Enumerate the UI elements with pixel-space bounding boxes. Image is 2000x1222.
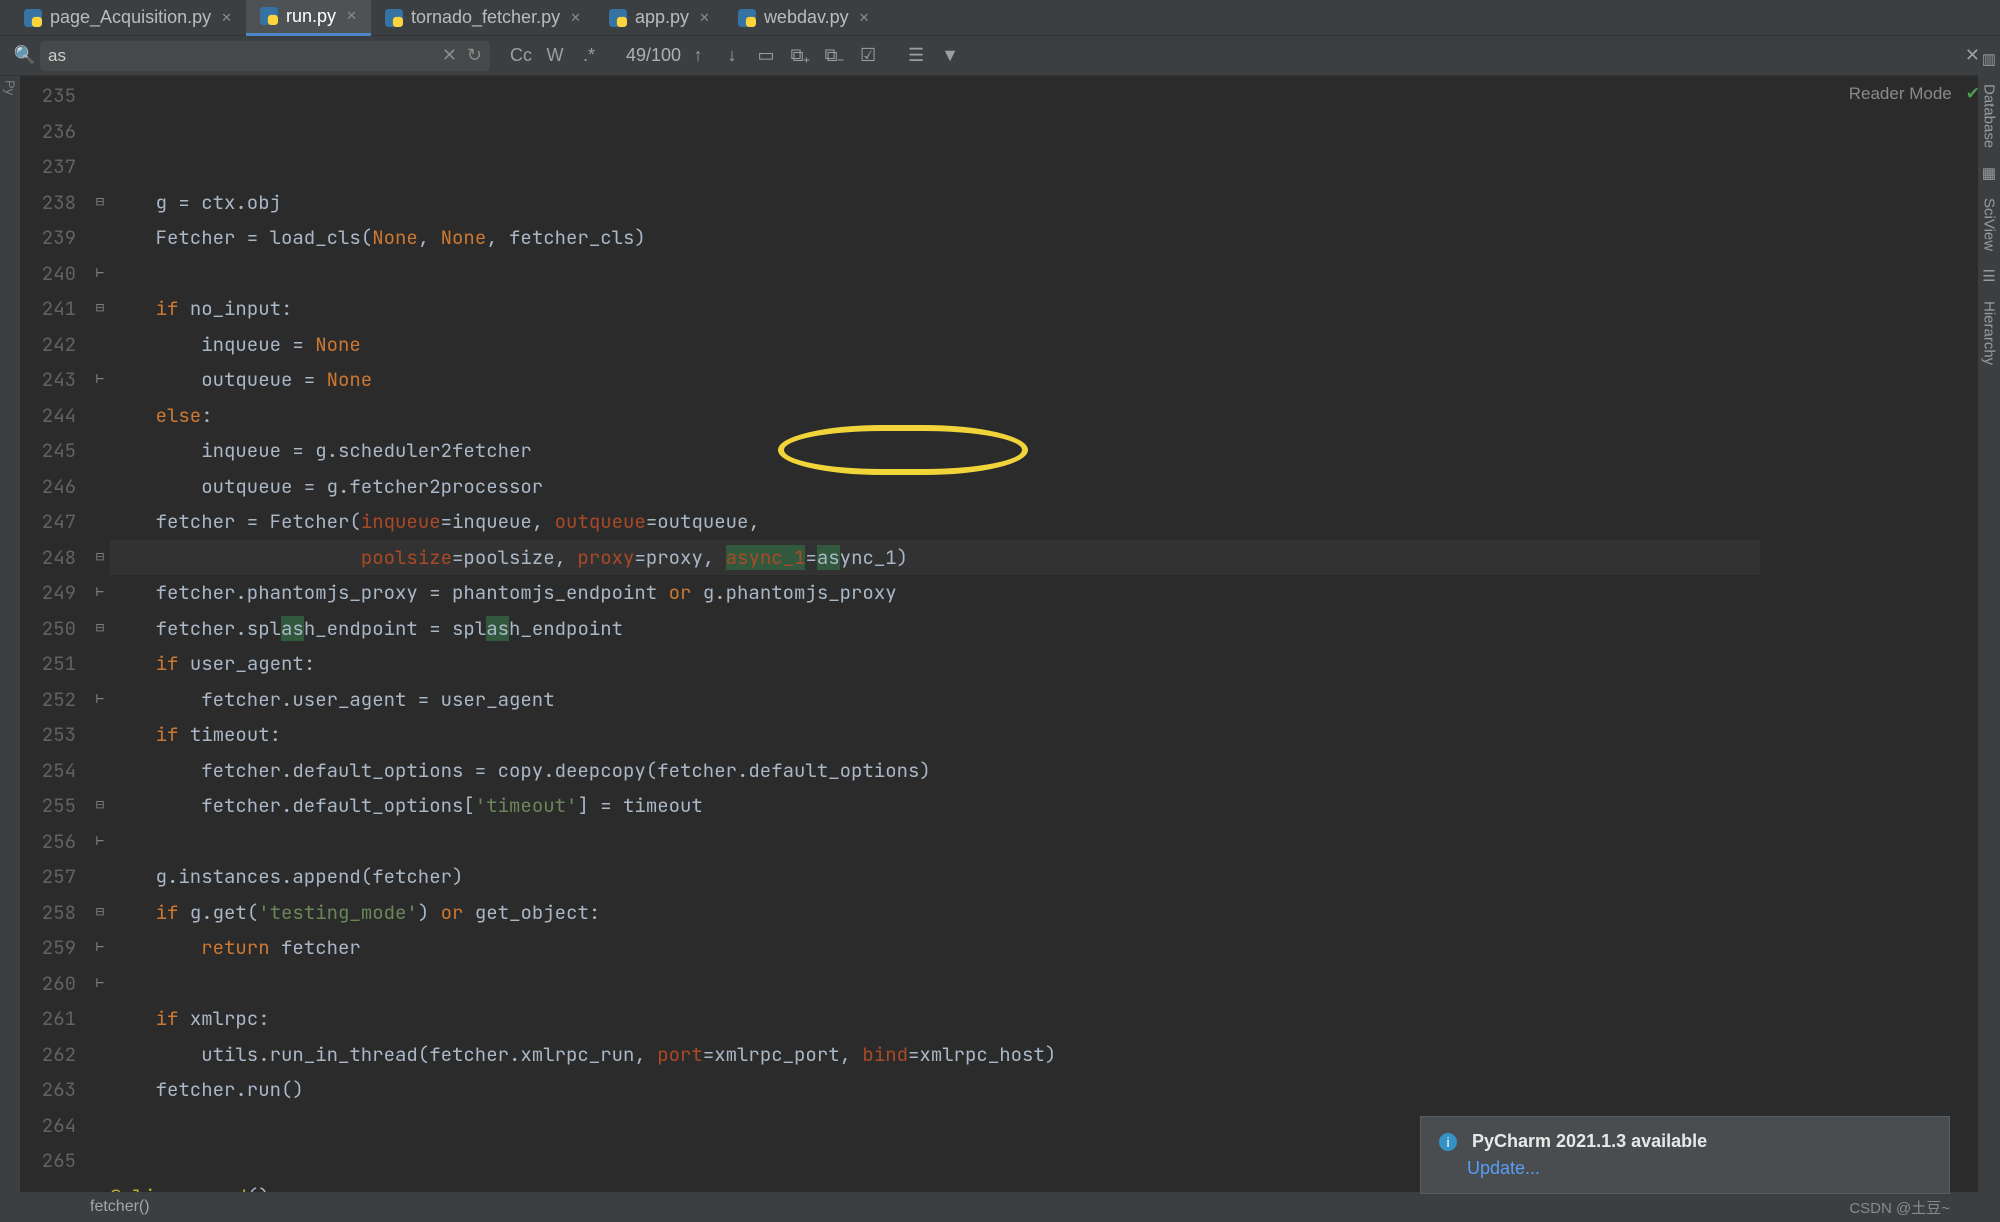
code-line[interactable]: if timeout: <box>110 717 1760 753</box>
toggle-selection-icon[interactable]: ☑ <box>851 45 885 66</box>
tab-page-acquisition[interactable]: page_Acquisition.py ✕ <box>10 0 246 36</box>
code-line[interactable]: g = ctx.obj <box>110 185 1760 221</box>
regex-toggle[interactable]: .* <box>572 45 606 66</box>
find-bar: 🔍 ✕ ↻ Cc W .* 49/100 ↑ ↓ ▭ ⧉₊ ⧉₋ ☑ ☰ ▼ ✕ <box>0 36 2000 76</box>
main-area: Py 2352362372382392402412422432442452462… <box>0 76 2000 1192</box>
tab-label: page_Acquisition.py <box>50 7 211 28</box>
find-input-wrapper[interactable]: ✕ ↻ <box>40 41 490 71</box>
tab-tornado-fetcher[interactable]: tornado_fetcher.py ✕ <box>371 0 595 36</box>
update-link[interactable]: Update... <box>1467 1158 1540 1179</box>
code-line[interactable] <box>110 824 1760 860</box>
python-file-icon <box>260 7 278 25</box>
select-all-icon[interactable]: ▭ <box>749 45 783 66</box>
tab-label: tornado_fetcher.py <box>411 7 560 28</box>
info-icon: i <box>1439 1133 1457 1151</box>
sciview-tool-label[interactable]: SciView <box>1981 198 1998 251</box>
code-line[interactable]: outqueue = g.fetcher2processor <box>110 469 1760 505</box>
code-line[interactable] <box>110 966 1760 1002</box>
database-tool-icon[interactable]: ▥ <box>1982 50 1996 68</box>
breadcrumb[interactable]: fetcher() <box>0 1192 2000 1222</box>
code-line[interactable]: fetcher.phantomjs_proxy = phantomjs_endp… <box>110 575 1760 611</box>
code-line[interactable]: return fetcher <box>110 930 1760 966</box>
close-icon[interactable]: ✕ <box>221 10 232 26</box>
code-line[interactable]: outqueue = None <box>110 362 1760 398</box>
editor-tabs-bar: page_Acquisition.py ✕ run.py ✕ tornado_f… <box>0 0 2000 36</box>
update-notification: i PyCharm 2021.1.3 available Update... <box>1420 1116 1950 1194</box>
close-icon[interactable]: ✕ <box>346 8 357 24</box>
python-file-icon <box>385 9 403 27</box>
breadcrumb-text: fetcher() <box>90 1198 150 1216</box>
match-case-toggle[interactable]: Cc <box>504 45 538 66</box>
code-editor[interactable]: 2352362372382392402412422432442452462472… <box>20 76 2000 1192</box>
code-line[interactable]: fetcher.user_agent = user_agent <box>110 682 1760 718</box>
code-line[interactable]: if user_agent: <box>110 646 1760 682</box>
code-line[interactable]: if g.get('testing_mode') or get_object: <box>110 895 1760 931</box>
code-line[interactable]: g.instances.append(fetcher) <box>110 859 1760 895</box>
code-line[interactable]: fetcher.run() <box>110 1072 1760 1108</box>
code-line[interactable]: else: <box>110 398 1760 434</box>
next-match-button[interactable]: ↓ <box>715 45 749 66</box>
search-icon: 🔍 <box>10 45 40 66</box>
whole-word-toggle[interactable]: W <box>538 45 572 66</box>
remove-selection-icon[interactable]: ⧉₋ <box>817 45 851 66</box>
code-line[interactable] <box>110 256 1760 292</box>
tab-label: webdav.py <box>764 7 849 28</box>
hierarchy-tool-icon[interactable]: ☰ <box>1982 267 1995 285</box>
tab-webdav[interactable]: webdav.py ✕ <box>724 0 884 36</box>
fold-gutter[interactable]: ⊟⊢⊟⊢⊟⊢⊟⊢⊟⊢⊟⊢⊢ <box>90 76 110 1192</box>
tab-label: run.py <box>286 6 336 27</box>
hierarchy-tool-label[interactable]: Hierarchy <box>1981 301 1998 365</box>
python-file-icon <box>609 9 627 27</box>
sciview-tool-icon[interactable]: ▦ <box>1982 164 1996 182</box>
right-tool-strip: ▥ Database ▦ SciView ☰ Hierarchy <box>1978 38 2000 1222</box>
close-icon[interactable]: ✕ <box>699 10 710 26</box>
line-number-gutter: 2352362372382392402412422432442452462472… <box>20 76 90 1192</box>
python-file-icon <box>24 9 42 27</box>
tab-label: app.py <box>635 7 689 28</box>
code-line[interactable]: inqueue = None <box>110 327 1760 363</box>
notification-title: PyCharm 2021.1.3 available <box>1472 1131 1707 1151</box>
prev-match-button[interactable]: ↑ <box>681 45 715 66</box>
left-gutter: Py <box>0 76 20 1192</box>
tab-app[interactable]: app.py ✕ <box>595 0 724 36</box>
history-icon[interactable]: ↻ <box>467 45 482 66</box>
code-line[interactable]: fetcher.splash_endpoint = splash_endpoin… <box>110 611 1760 647</box>
code-line[interactable]: fetcher.default_options = copy.deepcopy(… <box>110 753 1760 789</box>
tab-run[interactable]: run.py ✕ <box>246 0 371 36</box>
code-line[interactable]: Fetcher = load_cls(None, None, fetcher_c… <box>110 220 1760 256</box>
close-icon[interactable]: ✕ <box>859 10 870 26</box>
find-counter: 49/100 <box>626 45 681 66</box>
left-tool-label[interactable]: Py <box>3 80 18 95</box>
code-line[interactable]: if no_input: <box>110 291 1760 327</box>
close-icon[interactable]: ✕ <box>570 10 581 26</box>
database-tool-label[interactable]: Database <box>1981 84 1998 148</box>
filter-icon[interactable]: ☰ <box>899 45 933 66</box>
code-line[interactable]: fetcher = Fetcher(inqueue=inqueue, outqu… <box>110 504 1760 540</box>
funnel-icon[interactable]: ▼ <box>933 45 967 66</box>
code-line[interactable]: if xmlrpc: <box>110 1001 1760 1037</box>
code-line[interactable]: poolsize=poolsize, proxy=proxy, async_1=… <box>110 540 1760 576</box>
add-selection-icon[interactable]: ⧉₊ <box>783 45 817 66</box>
find-input[interactable] <box>48 46 442 66</box>
code-line[interactable]: inqueue = g.scheduler2fetcher <box>110 433 1760 469</box>
reader-mode-button[interactable]: Reader Mode <box>1849 84 1952 104</box>
python-file-icon <box>738 9 756 27</box>
code-line[interactable]: utils.run_in_thread(fetcher.xmlrpc_run, … <box>110 1037 1760 1073</box>
code-area[interactable]: g = ctx.obj Fetcher = load_cls(None, Non… <box>110 76 1760 1192</box>
clear-icon[interactable]: ✕ <box>442 45 457 66</box>
watermark-text: CSDN @土豆~ <box>1849 1197 1950 1218</box>
editor-right-rail: Reader Mode ✔ <box>1760 76 2000 1192</box>
code-line[interactable]: fetcher.default_options['timeout'] = tim… <box>110 788 1760 824</box>
